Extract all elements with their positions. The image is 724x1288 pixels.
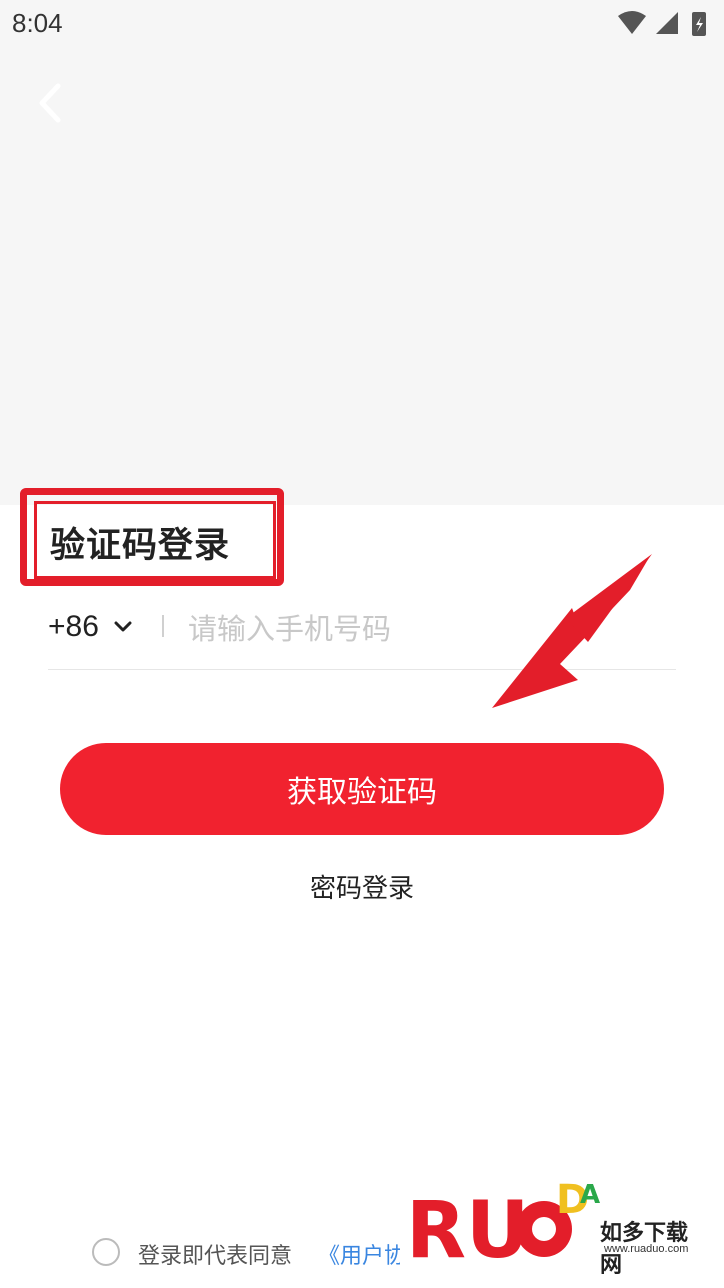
password-login-link[interactable]: 密码登录 [0,868,724,905]
divider [162,615,164,637]
country-code-select[interactable]: +86 [48,600,148,660]
country-code: +86 [48,610,99,643]
watermark-logo: RU D A [406,1177,600,1270]
status-time: 8:04 [12,8,63,38]
page-title: 验证码登录 [50,526,231,566]
status-icons [618,11,706,36]
watermark-url: www.ruaduo.com [604,1243,689,1255]
watermark: RU D A 如多下载网 www.ruaduo.com [404,1165,704,1278]
signal-icon [656,12,678,34]
wifi-icon [618,11,646,34]
svg-text:RU: RU [406,1186,529,1270]
svg-text:A: A [580,1180,600,1210]
get-code-button[interactable]: 获取验证码 [60,743,664,835]
agreement-text: 登录即代表同意 [138,1244,293,1269]
chevron-left-icon[interactable] [32,80,72,126]
agreement-radio[interactable] [92,1238,120,1266]
annotation-arrow-icon [492,554,652,708]
header-area [0,50,724,505]
chevron-down-icon [114,621,132,632]
battery-icon [692,12,706,36]
user-agreement-link[interactable]: 《用户协议》 [318,1238,400,1270]
status-bar: 8:04 [0,0,724,50]
